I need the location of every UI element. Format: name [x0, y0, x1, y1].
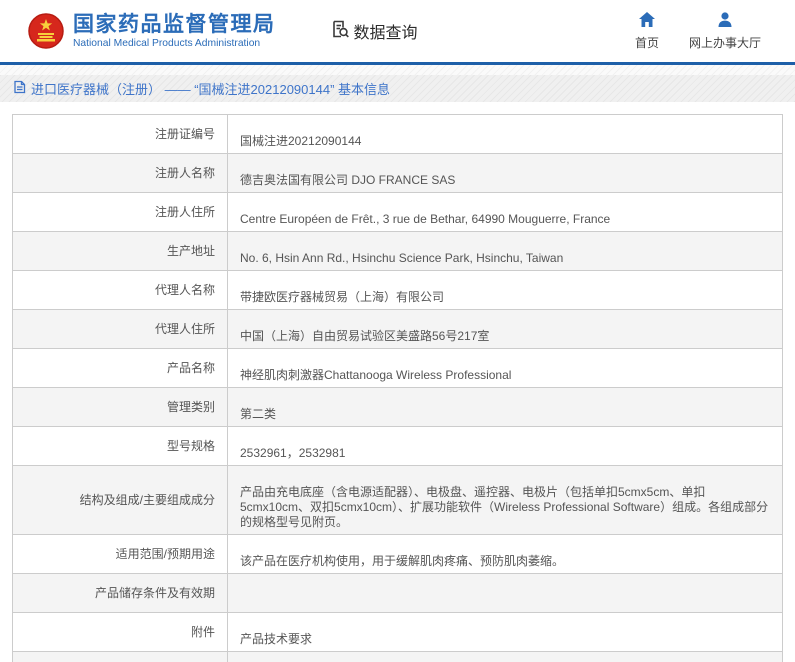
- home-icon: [639, 12, 655, 30]
- national-emblem-icon: [28, 13, 64, 49]
- table-row: 附件 产品技术要求: [13, 613, 783, 652]
- row-label-cell: 生产地址: [13, 232, 228, 271]
- row-value-cell: No. 6, Hsin Ann Rd., Hsinchu Science Par…: [228, 232, 783, 271]
- row-value-cell: 该产品在医疗机构使用，用于缓解肌肉疼痛、预防肌肉萎缩。: [228, 535, 783, 574]
- table-row: 其他内容 /: [13, 652, 783, 662]
- row-label-cell: 产品储存条件及有效期: [13, 574, 228, 613]
- row-value-cell: 带捷欧医疗器械贸易（上海）有限公司: [228, 271, 783, 310]
- row-label-cell: 结构及组成/主要组成成分: [13, 466, 228, 535]
- registration-info-table: 注册证编号 国械注进20212090144 注册人名称 德吉奥法国有限公司 DJ…: [12, 114, 783, 662]
- row-value: 中国（上海）自由贸易试验区美盛路56号217室: [240, 329, 489, 343]
- row-value: 产品由充电底座（含电源适配器）、电极盘、遥控器、电极片（包括单扣5cmx5cm、…: [240, 485, 768, 529]
- document-icon: [13, 80, 26, 97]
- row-label-cell: 代理人住所: [13, 310, 228, 349]
- row-value: 2532961，2532981: [240, 446, 345, 460]
- doc-search-icon: [330, 19, 350, 44]
- row-value: Centre Européen de Frêt., 3 rue de Betha…: [240, 212, 610, 226]
- table-row: 生产地址 No. 6, Hsin Ann Rd., Hsinchu Scienc…: [13, 232, 783, 271]
- site-header: 国家药品监督管理局 National Medical Products Admi…: [0, 0, 795, 62]
- row-value-cell: 2532961，2532981: [228, 427, 783, 466]
- table-row: 管理类别 第二类: [13, 388, 783, 427]
- row-label: 注册证编号: [155, 127, 215, 141]
- spacer: [0, 102, 795, 114]
- org-name-cn: 国家药品监督管理局: [73, 13, 276, 37]
- row-value-cell: /: [228, 652, 783, 662]
- subheader-band: 进口医疗器械（注册） —— “国械注进20212090144” 基本信息: [0, 65, 795, 102]
- table-row: 产品名称 神经肌肉刺激器Chattanooga Wireless Profess…: [13, 349, 783, 388]
- user-icon: [717, 12, 733, 30]
- row-label-cell: 适用范围/预期用途: [13, 535, 228, 574]
- nav-right: 首页 网上办事大厅: [635, 12, 795, 51]
- row-label: 注册人住所: [155, 205, 215, 219]
- row-label-cell: 注册人名称: [13, 154, 228, 193]
- row-value: 产品技术要求: [240, 632, 312, 646]
- row-label-cell: 产品名称: [13, 349, 228, 388]
- row-label-cell: 附件: [13, 613, 228, 652]
- row-label: 注册人名称: [155, 166, 215, 180]
- row-value-cell: 神经肌肉刺激器Chattanooga Wireless Professional: [228, 349, 783, 388]
- nav-data-query-label: 数据查询: [354, 19, 418, 43]
- nav-data-query[interactable]: 数据查询: [330, 19, 418, 44]
- row-label: 附件: [191, 625, 215, 639]
- row-label-cell: 其他内容: [13, 652, 228, 662]
- row-label: 代理人名称: [155, 283, 215, 297]
- row-value-cell: 国械注进20212090144: [228, 115, 783, 154]
- row-value: 国械注进20212090144: [240, 134, 361, 148]
- logo-area: 国家药品监督管理局 National Medical Products Admi…: [28, 13, 276, 50]
- org-name-en: National Medical Products Administration: [73, 37, 276, 50]
- row-value-cell: 中国（上海）自由贸易试验区美盛路56号217室: [228, 310, 783, 349]
- nav-home[interactable]: 首页: [635, 12, 659, 51]
- row-value-cell: 产品技术要求: [228, 613, 783, 652]
- row-label: 结构及组成/主要组成成分: [80, 493, 215, 507]
- nav-online-hall-label: 网上办事大厅: [689, 34, 761, 51]
- row-label: 代理人住所: [155, 322, 215, 336]
- row-label-cell: 代理人名称: [13, 271, 228, 310]
- row-label: 产品储存条件及有效期: [95, 586, 215, 600]
- row-value-cell: 产品由充电底座（含电源适配器）、电极盘、遥控器、电极片（包括单扣5cmx5cm、…: [228, 466, 783, 535]
- row-label-cell: 注册人住所: [13, 193, 228, 232]
- table-row: 型号规格 2532961，2532981: [13, 427, 783, 466]
- info-table-body: 注册证编号 国械注进20212090144 注册人名称 德吉奥法国有限公司 DJ…: [13, 115, 783, 662]
- table-row: 结构及组成/主要组成成分 产品由充电底座（含电源适配器）、电极盘、遥控器、电极片…: [13, 466, 783, 535]
- table-row: 产品储存条件及有效期: [13, 574, 783, 613]
- row-value-cell: 德吉奥法国有限公司 DJO FRANCE SAS: [228, 154, 783, 193]
- row-value: 德吉奥法国有限公司 DJO FRANCE SAS: [240, 173, 455, 187]
- org-names: 国家药品监督管理局 National Medical Products Admi…: [73, 13, 276, 50]
- row-label: 管理类别: [167, 400, 215, 414]
- row-value-cell: Centre Européen de Frêt., 3 rue de Betha…: [228, 193, 783, 232]
- row-value: 带捷欧医疗器械贸易（上海）有限公司: [240, 290, 444, 304]
- row-label: 型号规格: [167, 439, 215, 453]
- row-value: 该产品在医疗机构使用，用于缓解肌肉疼痛、预防肌肉萎缩。: [240, 554, 564, 568]
- table-row: 注册人住所 Centre Européen de Frêt., 3 rue de…: [13, 193, 783, 232]
- table-row: 适用范围/预期用途 该产品在医疗机构使用，用于缓解肌肉疼痛、预防肌肉萎缩。: [13, 535, 783, 574]
- table-row: 注册人名称 德吉奥法国有限公司 DJO FRANCE SAS: [13, 154, 783, 193]
- row-value: 神经肌肉刺激器Chattanooga Wireless Professional: [240, 368, 511, 382]
- table-row: 代理人名称 带捷欧医疗器械贸易（上海）有限公司: [13, 271, 783, 310]
- row-label: 产品名称: [167, 361, 215, 375]
- row-value-cell: [228, 574, 783, 613]
- row-label: 适用范围/预期用途: [116, 547, 215, 561]
- row-value: 第二类: [240, 407, 276, 421]
- breadcrumb: 进口医疗器械（注册） —— “国械注进20212090144” 基本信息: [0, 75, 795, 102]
- nav-home-label: 首页: [635, 34, 659, 51]
- nav-online-hall[interactable]: 网上办事大厅: [689, 12, 761, 51]
- row-value-cell: 第二类: [228, 388, 783, 427]
- row-label: 生产地址: [167, 244, 215, 258]
- row-label-cell: 管理类别: [13, 388, 228, 427]
- page-title: 进口医疗器械（注册） —— “国械注进20212090144” 基本信息: [31, 79, 390, 98]
- row-value: No. 6, Hsin Ann Rd., Hsinchu Science Par…: [240, 251, 563, 265]
- table-row: 代理人住所 中国（上海）自由贸易试验区美盛路56号217室: [13, 310, 783, 349]
- row-label-cell: 型号规格: [13, 427, 228, 466]
- table-row: 注册证编号 国械注进20212090144: [13, 115, 783, 154]
- row-label-cell: 注册证编号: [13, 115, 228, 154]
